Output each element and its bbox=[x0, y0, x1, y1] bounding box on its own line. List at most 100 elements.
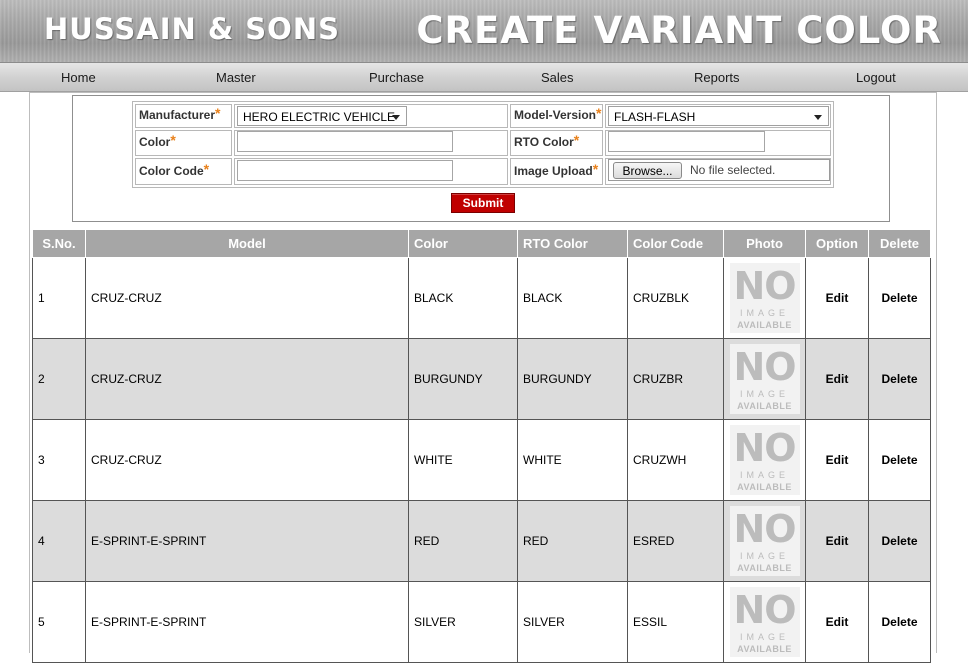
cell-color-code: CRUZWH bbox=[627, 419, 724, 501]
delete-link[interactable]: Delete bbox=[868, 257, 931, 339]
rto-color-input[interactable] bbox=[608, 131, 765, 152]
rto-color-cell bbox=[605, 130, 831, 156]
cell-color: BURGUNDY bbox=[408, 338, 518, 420]
color-code-label: Color Code* bbox=[135, 158, 232, 185]
nav-home[interactable]: Home bbox=[61, 70, 96, 85]
manufacturer-selected: HERO ELECTRIC VEHICLE bbox=[243, 110, 396, 124]
brand-logo: HUSSAIN & SONS bbox=[44, 12, 340, 46]
cell-photo: NO IMAGE AVAILABLE bbox=[723, 500, 806, 582]
table-row: 1 CRUZ-CRUZ BLACK BLACK CRUZBLK NO IMAGE A… bbox=[32, 257, 931, 339]
required-mark: * bbox=[596, 105, 602, 121]
nav-logout[interactable]: Logout bbox=[856, 70, 896, 85]
model-version-label: Model-Version* bbox=[510, 104, 603, 128]
col-model-header: Model bbox=[85, 229, 409, 258]
cell-photo: NO IMAGE AVAILABLE bbox=[723, 581, 806, 663]
main-nav: Home Master Purchase Sales Reports Logou… bbox=[0, 62, 968, 92]
cell-color-code: CRUZBR bbox=[627, 338, 724, 420]
no-image-placeholder: NO IMAGE AVAILABLE bbox=[729, 587, 800, 657]
model-version-select[interactable]: FLASH-FLASH bbox=[608, 106, 829, 126]
color-cell bbox=[234, 130, 508, 156]
no-image-placeholder: NO IMAGE AVAILABLE bbox=[729, 263, 800, 333]
edit-link[interactable]: Edit bbox=[805, 500, 869, 582]
image-upload-cell: Browse... No file selected. bbox=[605, 158, 831, 185]
cell-sno: 1 bbox=[32, 257, 86, 339]
col-option-header: Option bbox=[805, 229, 869, 258]
col-sno-header: S.No. bbox=[32, 229, 86, 258]
delete-link[interactable]: Delete bbox=[868, 500, 931, 582]
cell-color: RED bbox=[408, 500, 518, 582]
delete-link[interactable]: Delete bbox=[868, 581, 931, 663]
table-row: 5 E-SPRINT-E-SPRINT SILVER SILVER ESSIL … bbox=[32, 581, 931, 663]
table-row: 3 CRUZ-CRUZ WHITE WHITE CRUZWH NO IMAGE AV… bbox=[32, 419, 931, 501]
nav-reports[interactable]: Reports bbox=[694, 70, 740, 85]
cell-color-code: ESSIL bbox=[627, 581, 724, 663]
color-code-cell bbox=[234, 158, 508, 185]
delete-link[interactable]: Delete bbox=[868, 338, 931, 420]
cell-photo: NO IMAGE AVAILABLE bbox=[723, 419, 806, 501]
variant-color-form: Manufacturer* HERO ELECTRIC VEHICLE Mode… bbox=[132, 101, 834, 188]
cell-sno: 2 bbox=[32, 338, 86, 420]
cell-model: E-SPRINT-E-SPRINT bbox=[85, 500, 409, 582]
nav-sales[interactable]: Sales bbox=[541, 70, 574, 85]
required-mark: * bbox=[573, 132, 580, 148]
chevron-down-icon bbox=[814, 115, 822, 120]
browse-button[interactable]: Browse... bbox=[613, 162, 682, 179]
manufacturer-select[interactable]: HERO ELECTRIC VEHICLE bbox=[237, 106, 407, 126]
delete-link[interactable]: Delete bbox=[868, 419, 931, 501]
cell-model: CRUZ-CRUZ bbox=[85, 338, 409, 420]
table-header-row: S.No. Model Color RTO Color Color Code P… bbox=[32, 229, 931, 258]
rto-color-label: RTO Color* bbox=[510, 130, 603, 156]
submit-button[interactable]: Submit bbox=[451, 193, 515, 213]
page-title: CREATE VARIANT COLOR bbox=[416, 9, 942, 52]
col-color-code-header: Color Code bbox=[627, 229, 724, 258]
edit-link[interactable]: Edit bbox=[805, 581, 869, 663]
edit-link[interactable]: Edit bbox=[805, 419, 869, 501]
cell-photo: NO IMAGE AVAILABLE bbox=[723, 338, 806, 420]
cell-photo: NO IMAGE AVAILABLE bbox=[723, 257, 806, 339]
nav-purchase[interactable]: Purchase bbox=[369, 70, 424, 85]
required-mark: * bbox=[170, 132, 176, 148]
color-input[interactable] bbox=[237, 131, 453, 152]
model-version-cell: FLASH-FLASH bbox=[605, 104, 831, 128]
cell-rto-color: WHITE bbox=[517, 419, 628, 501]
no-image-placeholder: NO IMAGE AVAILABLE bbox=[729, 425, 800, 495]
chevron-down-icon bbox=[392, 115, 400, 120]
cell-color: SILVER bbox=[408, 581, 518, 663]
col-delete-header: Delete bbox=[868, 229, 931, 258]
cell-rto-color: RED bbox=[517, 500, 628, 582]
file-input[interactable]: Browse... No file selected. bbox=[608, 159, 830, 181]
cell-sno: 4 bbox=[32, 500, 86, 582]
required-mark: * bbox=[215, 105, 221, 121]
cell-color: BLACK bbox=[408, 257, 518, 339]
cell-sno: 5 bbox=[32, 581, 86, 663]
cell-model: E-SPRINT-E-SPRINT bbox=[85, 581, 409, 663]
color-code-input[interactable] bbox=[237, 159, 453, 181]
manufacturer-cell: HERO ELECTRIC VEHICLE bbox=[234, 104, 508, 128]
edit-link[interactable]: Edit bbox=[805, 257, 869, 339]
cell-rto-color: BURGUNDY bbox=[517, 338, 628, 420]
col-color-header: Color bbox=[408, 229, 518, 258]
col-photo-header: Photo bbox=[723, 229, 806, 258]
cell-color-code: ESRED bbox=[627, 500, 724, 582]
cell-sno: 3 bbox=[32, 419, 86, 501]
no-image-placeholder: NO IMAGE AVAILABLE bbox=[729, 344, 800, 414]
color-label: Color* bbox=[135, 130, 232, 156]
file-status: No file selected. bbox=[690, 163, 776, 177]
cell-model: CRUZ-CRUZ bbox=[85, 419, 409, 501]
model-version-selected: FLASH-FLASH bbox=[614, 110, 696, 124]
manufacturer-label: Manufacturer* bbox=[135, 104, 232, 128]
cell-rto-color: BLACK bbox=[517, 257, 628, 339]
page-header: HUSSAIN & SONS CREATE VARIANT COLOR bbox=[0, 0, 968, 62]
nav-master[interactable]: Master bbox=[216, 70, 256, 85]
cell-color: WHITE bbox=[408, 419, 518, 501]
no-image-placeholder: NO IMAGE AVAILABLE bbox=[729, 506, 800, 576]
table-row: 2 CRUZ-CRUZ BURGUNDY BURGUNDY CRUZBR NO I… bbox=[32, 338, 931, 420]
cell-model: CRUZ-CRUZ bbox=[85, 257, 409, 339]
cell-rto-color: SILVER bbox=[517, 581, 628, 663]
required-mark: * bbox=[203, 160, 210, 177]
variant-color-table: S.No. Model Color RTO Color Color Code P… bbox=[32, 229, 931, 663]
col-rto-color-header: RTO Color bbox=[517, 229, 628, 258]
edit-link[interactable]: Edit bbox=[805, 338, 869, 420]
required-mark: * bbox=[592, 160, 599, 177]
cell-color-code: CRUZBLK bbox=[627, 257, 724, 339]
